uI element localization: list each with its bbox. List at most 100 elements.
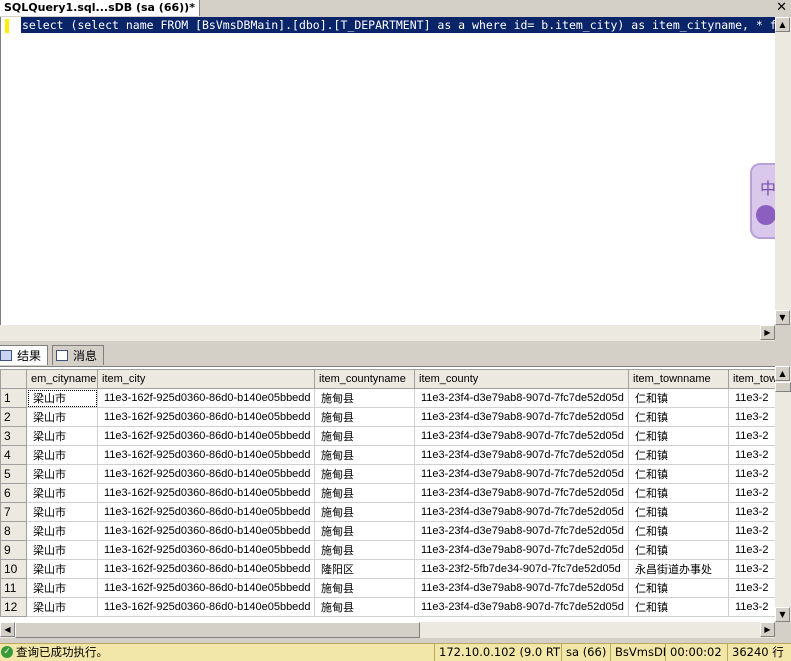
table-row[interactable]: 12 梁山市 11e3-162f-925d0360-86d0-b140e05bbed… [0, 597, 775, 617]
cell-item-county[interactable]: 11e3-23f4-d3e79ab8-907d-7fc7de52d05d [414, 578, 629, 598]
close-icon[interactable]: ✕ [776, 0, 787, 16]
cell-item-townname[interactable]: 仁和镇 [628, 464, 729, 484]
grid-vertical-thumb[interactable] [775, 382, 791, 392]
cell-item-townname[interactable]: 仁和镇 [628, 407, 729, 427]
cell-item-cityname[interactable]: 梁山市 [26, 521, 98, 541]
grid-scroll-down-button[interactable]: ▼ [775, 607, 790, 622]
cell-item-countyname[interactable]: 施甸县 [314, 502, 415, 522]
cell-item-countyname[interactable]: 施甸县 [314, 445, 415, 465]
cell-rownum[interactable]: 11 [0, 578, 27, 598]
cell-item-city[interactable]: 11e3-162f-925d0360-86d0-b140e05bbedd [97, 578, 315, 598]
cell-item-county[interactable]: 11e3-23f4-d3e79ab8-907d-7fc7de52d05d [414, 597, 629, 617]
document-tab[interactable]: SQLQuery1.sql...sDB (sa (66))* [0, 0, 200, 16]
cell-item-cityname[interactable]: 梁山市 [26, 464, 98, 484]
cell-rownum[interactable]: 7 [0, 502, 27, 522]
cell-item-countyname[interactable]: 施甸县 [314, 597, 415, 617]
tab-messages[interactable]: 消息 [52, 345, 105, 365]
grid-vertical-scrollbar[interactable]: ▲ ▼ [775, 366, 791, 622]
cell-item-city[interactable]: 11e3-162f-925d0360-86d0-b140e05bbedd [97, 483, 315, 503]
cell-rownum[interactable]: 3 [0, 426, 27, 446]
cell-item-county[interactable]: 11e3-23f4-d3e79ab8-907d-7fc7de52d05d [414, 483, 629, 503]
cell-item-town[interactable]: 11e3-2 [728, 540, 775, 560]
ime-moon-icon[interactable] [756, 205, 776, 225]
cell-item-cityname[interactable]: 梁山市 [26, 597, 98, 617]
cell-item-town[interactable]: 11e3-2 [728, 407, 775, 427]
cell-item-townname[interactable]: 仁和镇 [628, 445, 729, 465]
cell-rownum[interactable]: 8 [0, 521, 27, 541]
table-row[interactable]: 10 梁山市 11e3-162f-925d0360-86d0-b140e05bbed… [0, 559, 775, 579]
table-row[interactable]: 8 梁山市 11e3-162f-925d0360-86d0-b140e05bbedd… [0, 521, 775, 541]
cell-item-county[interactable]: 11e3-23f4-d3e79ab8-907d-7fc7de52d05d [414, 426, 629, 446]
ime-mode-label[interactable]: 中 [760, 175, 776, 199]
cell-item-county[interactable]: 11e3-23f4-d3e79ab8-907d-7fc7de52d05d [414, 540, 629, 560]
cell-item-cityname[interactable]: 梁山市 [26, 502, 98, 522]
editor-vertical-scrollbar[interactable]: ▲ ▼ [775, 17, 791, 325]
cell-item-city[interactable]: 11e3-162f-925d0360-86d0-b140e05bbedd [97, 559, 315, 579]
cell-item-countyname[interactable]: 施甸县 [314, 521, 415, 541]
table-row[interactable]: 9 梁山市 11e3-162f-925d0360-86d0-b140e05bbedd… [0, 540, 775, 560]
cell-item-countyname[interactable]: 隆阳区 [314, 559, 415, 579]
cell-item-countyname[interactable]: 施甸县 [314, 540, 415, 560]
cell-item-county[interactable]: 11e3-23f2-5fb7de34-907d-7fc7de52d05d [414, 559, 629, 579]
cell-rownum[interactable]: 4 [0, 445, 27, 465]
cell-rownum[interactable]: 6 [0, 483, 27, 503]
table-row[interactable]: 1 梁山市 11e3-162f-925d0360-86d0-b140e05bbedd… [0, 388, 775, 408]
cell-item-cityname[interactable]: 梁山市 [26, 407, 98, 427]
cell-item-city[interactable]: 11e3-162f-925d0360-86d0-b140e05bbedd [97, 521, 315, 541]
cell-item-cityname[interactable]: 梁山市 [26, 540, 98, 560]
editor-horizontal-scrollbar[interactable]: ▶ [0, 325, 775, 341]
column-header-item-countyname[interactable]: item_countyname [314, 369, 415, 389]
cell-item-cityname[interactable]: 梁山市 [26, 426, 98, 446]
cell-item-townname[interactable]: 永昌街道办事处 [628, 559, 729, 579]
cell-rownum[interactable]: 10 [0, 559, 27, 579]
cell-item-county[interactable]: 11e3-23f4-d3e79ab8-907d-7fc7de52d05d [414, 521, 629, 541]
table-row[interactable]: 4 梁山市 11e3-162f-925d0360-86d0-b140e05bbedd… [0, 445, 775, 465]
cell-item-townname[interactable]: 仁和镇 [628, 540, 729, 560]
cell-item-cityname[interactable]: 梁山市 [26, 578, 98, 598]
cell-item-cityname[interactable]: 梁山市 [26, 388, 98, 408]
tab-results[interactable]: 结果 [0, 345, 49, 365]
cell-item-city[interactable]: 11e3-162f-925d0360-86d0-b140e05bbedd [97, 464, 315, 484]
cell-item-city[interactable]: 11e3-162f-925d0360-86d0-b140e05bbedd [97, 540, 315, 560]
table-row[interactable]: 5 梁山市 11e3-162f-925d0360-86d0-b140e05bbedd… [0, 464, 775, 484]
cell-item-city[interactable]: 11e3-162f-925d0360-86d0-b140e05bbedd [97, 502, 315, 522]
cell-rownum[interactable]: 12 [0, 597, 27, 617]
cell-item-town[interactable]: 11e3-2 [728, 559, 775, 579]
cell-item-city[interactable]: 11e3-162f-925d0360-86d0-b140e05bbedd [97, 388, 315, 408]
cell-item-townname[interactable]: 仁和镇 [628, 426, 729, 446]
cell-item-countyname[interactable]: 施甸县 [314, 407, 415, 427]
scroll-right-button[interactable]: ▶ [760, 325, 775, 340]
cell-item-county[interactable]: 11e3-23f4-d3e79ab8-907d-7fc7de52d05d [414, 445, 629, 465]
grid-scroll-up-button[interactable]: ▲ [775, 366, 790, 381]
cell-item-townname[interactable]: 仁和镇 [628, 502, 729, 522]
column-header-rownum[interactable] [0, 369, 27, 389]
cell-item-county[interactable]: 11e3-23f4-d3e79ab8-907d-7fc7de52d05d [414, 464, 629, 484]
cell-item-town[interactable]: 11e3-2 [728, 502, 775, 522]
cell-item-city[interactable]: 11e3-162f-925d0360-86d0-b140e05bbedd [97, 426, 315, 446]
cell-item-townname[interactable]: 仁和镇 [628, 483, 729, 503]
column-header-item-cityname[interactable]: em_cityname [26, 369, 98, 389]
cell-item-countyname[interactable]: 施甸县 [314, 388, 415, 408]
results-grid[interactable]: em_cityname item_city item_countyname it… [0, 366, 775, 623]
cell-rownum[interactable]: 1 [0, 388, 27, 408]
cell-item-town[interactable]: 11e3-2 [728, 597, 775, 617]
cell-item-townname[interactable]: 仁和镇 [628, 578, 729, 598]
table-row[interactable]: 11 梁山市 11e3-162f-925d0360-86d0-b140e05bbed… [0, 578, 775, 598]
cell-item-cityname[interactable]: 梁山市 [26, 559, 98, 579]
cell-item-town[interactable]: 11e3-2 [728, 578, 775, 598]
scroll-up-button[interactable]: ▲ [775, 17, 790, 32]
cell-item-county[interactable]: 11e3-23f4-d3e79ab8-907d-7fc7de52d05d [414, 407, 629, 427]
scroll-down-button[interactable]: ▼ [775, 310, 790, 325]
table-row[interactable]: 2 梁山市 11e3-162f-925d0360-86d0-b140e05bbedd… [0, 407, 775, 427]
table-row[interactable]: 3 梁山市 11e3-162f-925d0360-86d0-b140e05bbedd… [0, 426, 775, 446]
table-row[interactable]: 6 梁山市 11e3-162f-925d0360-86d0-b140e05bbedd… [0, 483, 775, 503]
grid-scroll-right-button[interactable]: ▶ [760, 622, 775, 637]
cell-rownum[interactable]: 5 [0, 464, 27, 484]
cell-item-countyname[interactable]: 施甸县 [314, 578, 415, 598]
cell-item-town[interactable]: 11e3-2 [728, 426, 775, 446]
cell-item-countyname[interactable]: 施甸县 [314, 426, 415, 446]
cell-item-city[interactable]: 11e3-162f-925d0360-86d0-b140e05bbedd [97, 445, 315, 465]
cell-item-townname[interactable]: 仁和镇 [628, 597, 729, 617]
cell-item-countyname[interactable]: 施甸县 [314, 483, 415, 503]
sql-editor[interactable]: select (select name FROM [BsVmsDBMain].[… [0, 17, 777, 325]
